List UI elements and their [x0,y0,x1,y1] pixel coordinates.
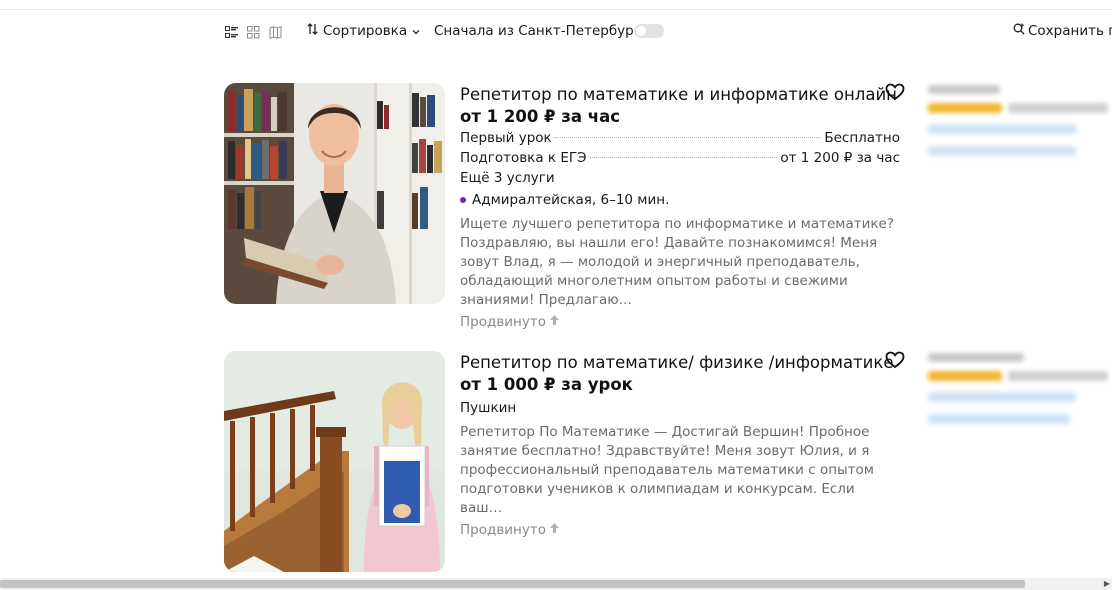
service-name: Подготовка к ЕГЭ [460,150,587,166]
sort-button[interactable]: Сортировка [307,23,420,39]
arrow-up-icon [549,520,560,540]
promoted-badge: Продвинуто [460,312,900,332]
metro-location: Адмиралтейская, 6–10 мин. [460,190,900,210]
results-toolbar: Сортировка Сначала из Санкт-Петербурга С… [0,20,1112,44]
grid-view-icon[interactable] [247,24,260,39]
listing-price: от 1 000 ₽ за урок [460,375,633,394]
view-switcher [225,24,282,39]
listing-photo[interactable] [224,83,445,304]
chevron-down-icon [412,23,420,39]
service-row: Первый урок Бесплатно [460,128,900,148]
favorite-heart-icon[interactable] [885,83,905,101]
location-label: Пушкин [460,400,517,416]
save-search-button[interactable]: Сохранить по [1013,23,1112,39]
listing-description: Ищете лучшего репетитора по информатике … [460,216,894,308]
map-view-icon[interactable] [269,24,282,39]
sort-label: Сортировка [323,23,408,39]
seller-info-blurred [928,85,1112,168]
listing-description: Репетитор По Математике — Достигай Верши… [460,424,874,516]
horizontal-scrollbar[interactable]: ▶ [0,578,1112,590]
service-value: от 1 200 ₽ за час [780,150,900,166]
favorite-heart-icon[interactable] [885,351,905,369]
metro-line-dot [460,197,466,203]
save-search-label: Сохранить по [1028,23,1112,39]
seller-info-blurred [928,353,1112,436]
spb-first-label: Сначала из Санкт-Петербурга [434,23,650,39]
scroll-right-arrow-icon[interactable]: ▶ [1104,579,1110,588]
service-dots [554,137,822,138]
more-services-link[interactable]: Ещё 3 услуги [460,168,900,188]
listing-body: Репетитор по математике/ физике /информа… [460,351,900,540]
service-row: Подготовка к ЕГЭ от 1 200 ₽ за час [460,148,900,168]
promoted-label: Продвинуто [460,522,546,538]
promoted-label: Продвинуто [460,314,546,330]
service-value: Бесплатно [824,130,900,146]
listing-card[interactable]: Репетитор по математике и информатике он… [224,83,1112,330]
list-view-icon[interactable] [225,24,238,38]
arrow-up-icon [549,312,560,332]
listing-price: от 1 200 ₽ за час [460,107,620,126]
listing-card[interactable]: Репетитор по математике/ физике /информа… [224,351,1112,576]
spb-first-toggle[interactable] [634,24,664,38]
metro-label: Адмиралтейская, 6–10 мин. [472,192,670,208]
listing-title[interactable]: Репетитор по математике и информатике он… [460,84,900,106]
service-name: Первый урок [460,130,552,146]
save-search-icon [1013,23,1025,39]
top-divider [0,9,1112,10]
scrollbar-thumb[interactable] [0,580,1025,588]
listing-photo[interactable] [224,351,445,572]
listing-body: Репетитор по математике и информатике он… [460,83,900,332]
promoted-badge: Продвинуто [460,520,900,540]
sort-icon [307,23,318,39]
listing-title[interactable]: Репетитор по математике/ физике /информа… [460,352,900,374]
toggle-knob [636,26,646,36]
service-dots [589,157,778,158]
